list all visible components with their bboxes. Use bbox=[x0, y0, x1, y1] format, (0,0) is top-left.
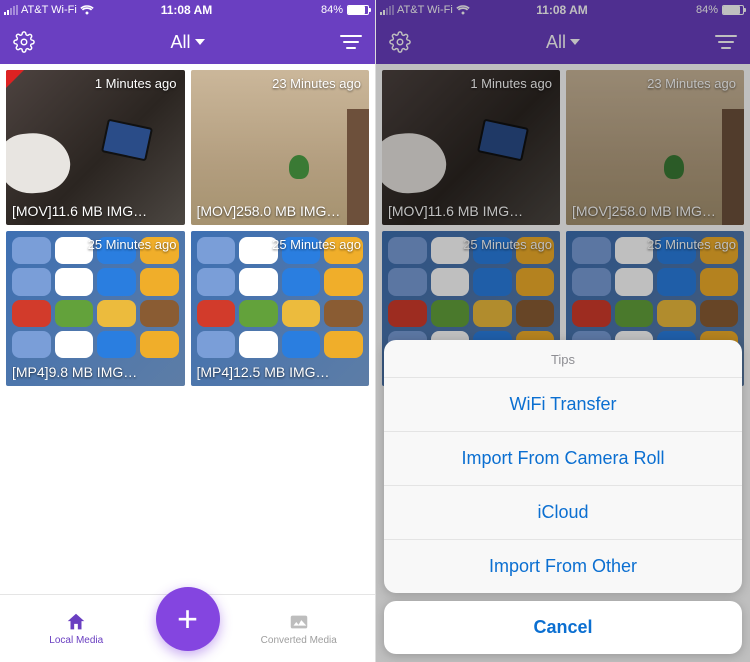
option-import-other[interactable]: Import From Other bbox=[384, 540, 742, 593]
phone-screen-left: AT&T Wi-Fi 11:08 AM 84% All 1 Minutes ag… bbox=[0, 0, 375, 662]
filter-button[interactable] bbox=[339, 30, 363, 54]
nav-title-dropdown[interactable]: All bbox=[170, 32, 204, 53]
tile-timestamp: 23 Minutes ago bbox=[272, 76, 361, 91]
filter-icon bbox=[340, 33, 362, 51]
clock-label: 11:08 AM bbox=[161, 3, 213, 17]
media-tile[interactable]: 25 Minutes ago [MP4]9.8 MB IMG… bbox=[6, 231, 185, 386]
nav-title-label: All bbox=[170, 32, 190, 53]
battery-icon bbox=[347, 5, 369, 15]
option-icloud[interactable]: iCloud bbox=[384, 486, 742, 540]
tab-bar: Local Media + Converted Media bbox=[0, 594, 375, 662]
modal-overlay[interactable]: Cancel Tips WiFi Transfer Import From Ca… bbox=[376, 0, 750, 662]
battery-pct-label: 84% bbox=[321, 4, 343, 16]
action-sheet: Tips WiFi Transfer Import From Camera Ro… bbox=[384, 340, 742, 593]
media-tile[interactable]: 23 Minutes ago [MOV]258.0 MB IMG… bbox=[191, 70, 370, 225]
tile-caption: [MP4]12.5 MB IMG… bbox=[197, 364, 364, 380]
tile-caption: [MOV]258.0 MB IMG… bbox=[197, 203, 364, 219]
plus-icon: + bbox=[177, 598, 198, 640]
chevron-down-icon bbox=[195, 39, 205, 45]
carrier-label: AT&T Wi-Fi bbox=[21, 4, 77, 16]
settings-button[interactable] bbox=[12, 30, 36, 54]
tab-converted-media[interactable]: Converted Media bbox=[223, 611, 376, 646]
image-icon bbox=[288, 611, 310, 633]
tile-timestamp: 1 Minutes ago bbox=[95, 76, 177, 91]
cancel-button[interactable]: Cancel bbox=[384, 601, 742, 654]
option-wifi-transfer[interactable]: WiFi Transfer bbox=[384, 378, 742, 432]
tab-label: Local Media bbox=[49, 635, 103, 646]
tile-caption: [MP4]9.8 MB IMG… bbox=[12, 364, 179, 380]
home-icon bbox=[65, 611, 87, 633]
tile-caption: [MOV]11.6 MB IMG… bbox=[12, 203, 179, 219]
add-button[interactable]: + bbox=[156, 587, 220, 651]
wifi-icon bbox=[80, 5, 94, 15]
nav-bar: All bbox=[0, 20, 375, 64]
sheet-title: Tips bbox=[384, 340, 742, 378]
option-import-camera-roll[interactable]: Import From Camera Roll bbox=[384, 432, 742, 486]
new-indicator-icon bbox=[6, 70, 24, 88]
status-bar: AT&T Wi-Fi 11:08 AM 84% bbox=[0, 0, 375, 20]
tab-local-media[interactable]: Local Media bbox=[0, 611, 153, 646]
tile-timestamp: 25 Minutes ago bbox=[272, 237, 361, 252]
media-tile[interactable]: 1 Minutes ago [MOV]11.6 MB IMG… bbox=[6, 70, 185, 225]
gear-icon bbox=[13, 31, 35, 53]
phone-screen-right: AT&T Wi-Fi 11:08 AM 84% All 1 Minutes ag… bbox=[375, 0, 750, 662]
media-grid: 1 Minutes ago [MOV]11.6 MB IMG… 23 Minut… bbox=[0, 64, 375, 594]
media-tile[interactable]: 25 Minutes ago [MP4]12.5 MB IMG… bbox=[191, 231, 370, 386]
signal-bars-icon bbox=[4, 5, 18, 15]
tab-label: Converted Media bbox=[261, 635, 337, 646]
tile-timestamp: 25 Minutes ago bbox=[88, 237, 177, 252]
